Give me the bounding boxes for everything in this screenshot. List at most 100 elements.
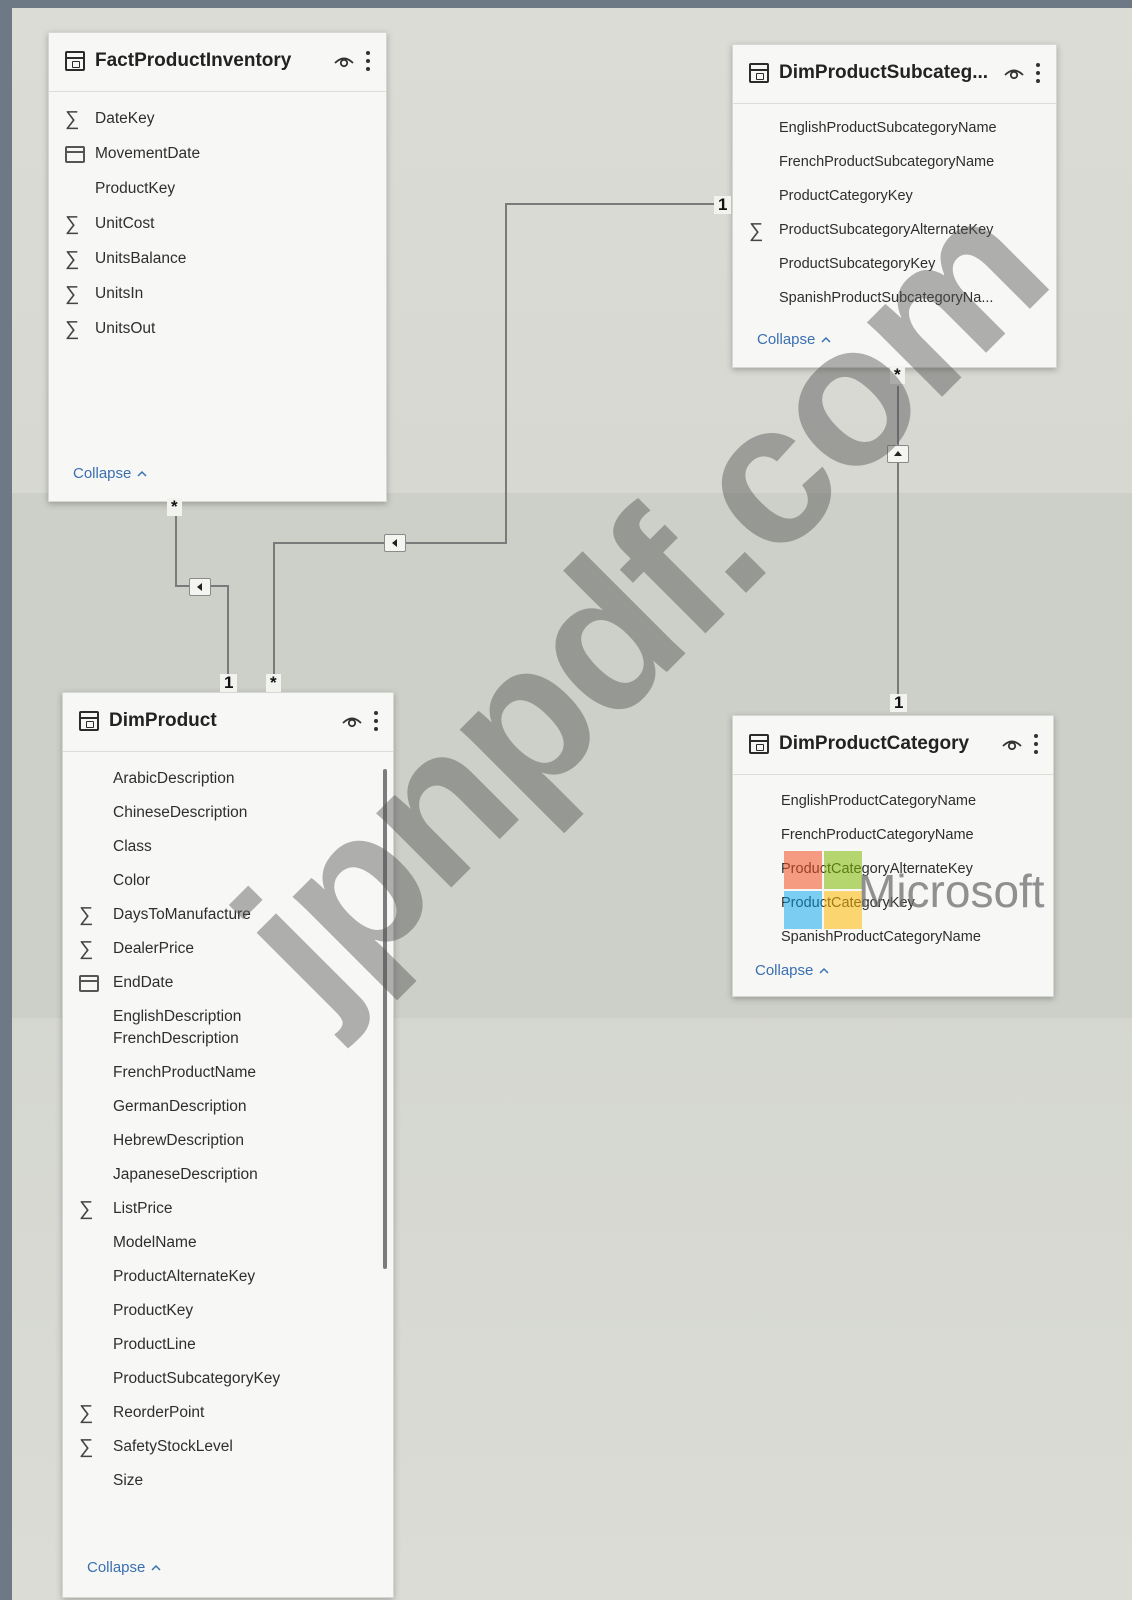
field-row[interactable]: ProductSubcategoryKey [63, 1368, 363, 1392]
field-row[interactable]: GermanDescription [63, 1096, 363, 1120]
field-row[interactable]: FrenchProductSubcategoryName [733, 152, 1043, 176]
more-options-icon[interactable] [373, 710, 379, 732]
field-row[interactable]: SpanishProductSubcategoryNa... [733, 288, 1043, 312]
field-row[interactable]: ∑ DealerPrice [63, 938, 363, 962]
field-row[interactable]: ∑ ListPrice [63, 1198, 363, 1222]
field-name: ArabicDescription [113, 770, 235, 787]
cardinality-many-label: * [167, 498, 182, 516]
field-name: JapaneseDescription [113, 1166, 258, 1183]
field-row[interactable]: ∑ ProductSubcategoryAlternateKey [733, 220, 1043, 244]
table-card-dimproductsubcategory[interactable]: DimProductSubcateg... EnglishProductSubc… [732, 44, 1057, 368]
more-options-icon[interactable] [365, 50, 371, 72]
table-card-header: DimProductCategory [733, 716, 1053, 775]
field-row[interactable]: ProductLine [63, 1334, 363, 1358]
field-row[interactable]: ProductKey [49, 178, 369, 202]
sigma-icon: ∑ [79, 904, 94, 926]
table-card-dimproduct[interactable]: DimProduct ArabicDescription ChineseDesc… [62, 692, 394, 1598]
field-row[interactable]: ∑ UnitCost [49, 213, 369, 237]
table-card-factproductinventory[interactable]: FactProductInventory ∑ DateKey MovementD… [48, 32, 387, 502]
field-row[interactable]: ChineseDescription [63, 802, 363, 826]
field-row[interactable]: ∑ UnitsOut [49, 318, 369, 342]
field-name: UnitsOut [95, 320, 156, 337]
field-row[interactable]: ProductCategoryKey [733, 893, 1033, 917]
field-row[interactable]: FrenchDescription [63, 1028, 363, 1052]
field-name: MovementDate [95, 145, 201, 162]
collapse-label: Collapse [755, 962, 814, 979]
field-row[interactable]: Class [63, 836, 363, 860]
table-icon [79, 711, 99, 731]
calendar-icon [65, 146, 85, 163]
collapse-link[interactable]: Collapse [755, 962, 829, 979]
table-icon [65, 51, 85, 71]
more-options-icon[interactable] [1033, 733, 1039, 755]
field-row[interactable]: FrenchProductCategoryName [733, 825, 1033, 849]
field-name: UnitCost [95, 215, 155, 232]
field-row[interactable]: ModelName [63, 1232, 363, 1256]
field-row[interactable]: ∑ SafetyStockLevel [63, 1436, 363, 1460]
field-row[interactable]: ProductKey [63, 1300, 363, 1324]
field-list-scrollbar[interactable] [383, 769, 387, 1269]
field-row[interactable]: Size [63, 1470, 363, 1494]
field-row[interactable]: Color [63, 870, 363, 894]
field-row[interactable]: ∑ UnitsBalance [49, 248, 369, 272]
visibility-eye-icon[interactable] [341, 712, 363, 730]
table-title: FactProductInventory [95, 50, 292, 71]
sigma-icon: ∑ [79, 1436, 94, 1458]
field-name: ModelName [113, 1234, 197, 1251]
field-row[interactable]: ProductCategoryKey [733, 186, 1043, 210]
filter-direction-marker[interactable] [384, 534, 406, 552]
more-options-icon[interactable] [1035, 62, 1041, 84]
collapse-link[interactable]: Collapse [87, 1559, 161, 1576]
field-row[interactable]: ProductSubcategoryKey [733, 254, 1043, 278]
field-row[interactable]: ProductAlternateKey [63, 1266, 363, 1290]
field-row[interactable]: EnglishProductCategoryName [733, 791, 1033, 815]
relationship-line-fact-dimproduct [175, 516, 229, 683]
field-name: UnitsIn [95, 285, 144, 302]
field-row[interactable]: SpanishProductCategoryName [733, 927, 1033, 951]
field-row[interactable]: EnglishProductSubcategoryName [733, 118, 1043, 142]
field-row[interactable]: JapaneseDescription [63, 1164, 363, 1188]
field-row[interactable]: MovementDate [49, 143, 369, 167]
field-name: HebrewDescription [113, 1132, 244, 1149]
field-row[interactable]: ∑ DateKey [49, 108, 369, 132]
filter-direction-marker[interactable] [189, 578, 211, 596]
collapse-label: Collapse [87, 1559, 146, 1576]
field-name: FrenchProductSubcategoryName [779, 154, 995, 170]
field-row[interactable]: EndDate [63, 972, 363, 996]
collapse-link[interactable]: Collapse [73, 465, 147, 482]
field-name: ProductAlternateKey [113, 1268, 256, 1285]
sigma-icon: ∑ [65, 318, 80, 340]
field-name: EnglishProductSubcategoryName [779, 120, 997, 136]
table-card-header: DimProductSubcateg... [733, 45, 1056, 104]
cardinality-one-label: 1 [714, 196, 732, 214]
field-row[interactable]: FrenchProductName [63, 1062, 363, 1086]
sigma-icon: ∑ [65, 248, 80, 270]
field-name: DaysToManufacture [113, 906, 251, 923]
collapse-label: Collapse [73, 465, 132, 482]
microsoft-logo-watermark [784, 851, 864, 931]
sigma-icon: ∑ [79, 1402, 94, 1424]
visibility-eye-icon[interactable] [1001, 735, 1023, 753]
field-row[interactable]: ∑ UnitsIn [49, 283, 369, 307]
field-name: Class [113, 838, 152, 855]
sigma-icon: ∑ [65, 213, 80, 235]
field-row[interactable]: EnglishDescription [63, 1006, 363, 1030]
table-title: DimProductSubcateg... [779, 62, 989, 83]
collapse-link[interactable]: Collapse [757, 331, 831, 348]
sigma-icon: ∑ [65, 108, 80, 130]
field-row[interactable]: ∑ ReorderPoint [63, 1402, 363, 1426]
filter-direction-marker[interactable] [887, 445, 909, 463]
field-name: Color [113, 872, 151, 889]
field-row[interactable]: HebrewDescription [63, 1130, 363, 1154]
visibility-eye-icon[interactable] [333, 52, 355, 70]
field-row[interactable]: ArabicDescription [63, 768, 363, 792]
field-name: Size [113, 1472, 144, 1489]
field-name: FrenchProductName [113, 1064, 257, 1081]
field-row[interactable]: ProductCategoryAlternateKey [733, 859, 1033, 883]
field-row[interactable]: ∑ DaysToManufacture [63, 904, 363, 928]
table-title: DimProductCategory [779, 733, 970, 754]
table-card-dimproductcategory[interactable]: DimProductCategory EnglishProductCategor… [732, 715, 1054, 997]
arrow-left-icon [392, 539, 397, 547]
visibility-eye-icon[interactable] [1003, 64, 1025, 82]
field-name: ProductSubcategoryKey [113, 1370, 281, 1387]
